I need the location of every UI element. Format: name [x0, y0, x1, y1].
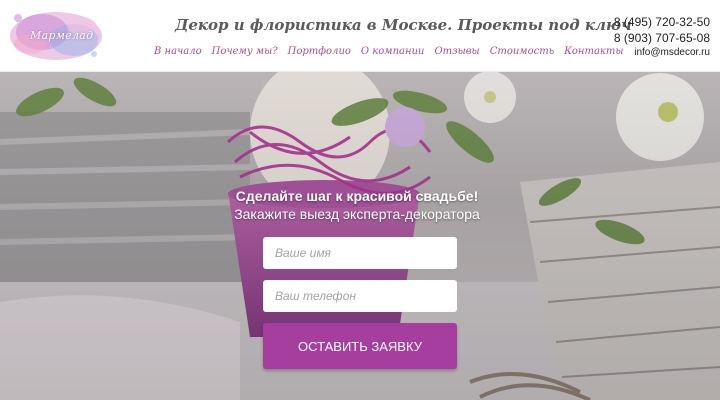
name-input[interactable]	[263, 237, 457, 269]
hero-subheadline: Закажите выезд эксперта-декоратора	[234, 206, 480, 222]
hero-section: Сделайте шаг к красивой свадьбе! Закажит…	[0, 72, 720, 400]
phone-2[interactable]: 8 (903) 707-65-08	[614, 30, 710, 46]
phone-input[interactable]	[263, 280, 457, 312]
nav-pricing[interactable]: Стоимость	[490, 46, 554, 57]
site-tagline: Декор и флористика в Москве. Проекты под…	[175, 16, 632, 34]
nav-about[interactable]: О компании	[361, 46, 425, 57]
nav-why-us[interactable]: Почему мы?	[212, 46, 278, 57]
site-header: Мармелад Декор и флористика в Москве. Пр…	[0, 0, 720, 72]
nav-portfolio[interactable]: Портфолио	[288, 46, 351, 57]
hero-headline: Сделайте шаг к красивой свадьбе!	[235, 188, 479, 204]
email-link[interactable]: info@msdecor.ru	[614, 46, 710, 60]
submit-request-button[interactable]: ОСТАВИТЬ ЗАЯВКУ	[263, 323, 457, 369]
logo[interactable]: Мармелад	[4, 4, 106, 66]
contact-block: 8 (495) 720-32-50 8 (903) 707-65-08 info…	[614, 14, 710, 60]
nav-home[interactable]: В начало	[154, 46, 202, 57]
nav-reviews[interactable]: Отзывы	[434, 46, 479, 57]
phone-1[interactable]: 8 (495) 720-32-50	[614, 14, 710, 30]
main-nav: В начало Почему мы? Портфолио О компании…	[154, 46, 624, 57]
logo-text: Мармелад	[30, 29, 94, 42]
